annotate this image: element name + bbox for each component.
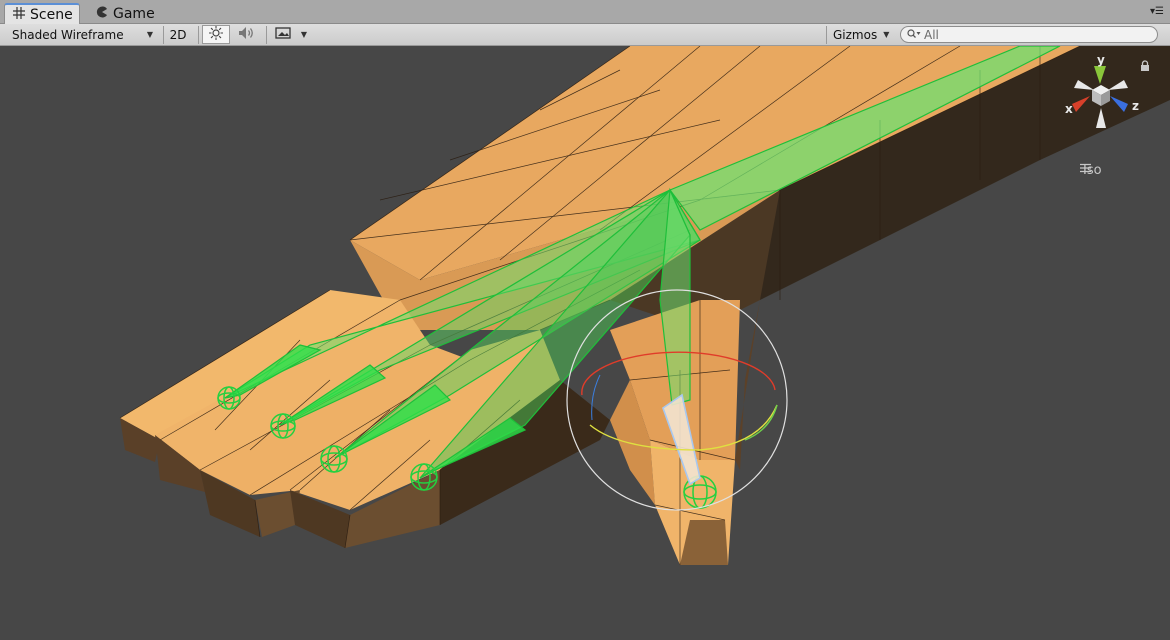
tab-menu-icon[interactable]: ▾☰ [1150, 6, 1164, 17]
sun-icon [209, 26, 223, 43]
divider [266, 26, 267, 44]
chevron-down-icon: ▼ [146, 30, 153, 39]
y-axis-cone[interactable] [1094, 66, 1106, 84]
divider [198, 26, 199, 44]
orientation-gizmo[interactable]: y x z [1064, 56, 1144, 146]
search-input[interactable] [924, 27, 1144, 42]
audio-toggle[interactable] [233, 25, 261, 44]
pacman-icon [96, 6, 108, 22]
z-axis-cone[interactable] [1110, 96, 1128, 112]
tab-game[interactable]: Game [88, 3, 168, 24]
speaker-icon [238, 26, 256, 43]
divider [826, 26, 827, 44]
tab-game-label: Game [113, 5, 155, 22]
chevron-down-icon: ▼ [300, 30, 308, 39]
axis-label-z: z [1132, 99, 1139, 113]
axis-label-x: x [1065, 102, 1073, 116]
tab-bar: Scene Game ▾☰ [0, 0, 1170, 24]
scene-canvas [119, 46, 1170, 565]
hand-mesh [120, 46, 1170, 565]
image-icon [275, 27, 291, 42]
divider [163, 26, 164, 44]
toggle-2d-label: 2D [169, 27, 187, 42]
x-axis-cone[interactable] [1072, 96, 1090, 112]
scene-toolbar: Shaded Wireframe ▼ 2D ▼ Gizmos ▼ [0, 24, 1170, 46]
effects-toggle[interactable] [270, 25, 296, 44]
grid-icon [13, 6, 25, 23]
search-field[interactable] [900, 26, 1158, 43]
tab-scene-label: Scene [30, 6, 73, 23]
scene-viewport[interactable]: y x z Iso [0, 46, 1170, 640]
gizmos-label: Gizmos [833, 27, 878, 42]
lock-icon[interactable] [1140, 60, 1150, 72]
toggle-2d-button[interactable]: 2D [166, 25, 190, 44]
draw-mode-dropdown[interactable]: Shaded Wireframe ▼ [4, 25, 157, 44]
draw-mode-label: Shaded Wireframe [12, 27, 124, 42]
search-icon [907, 28, 921, 42]
gizmos-dropdown[interactable]: Gizmos ▼ [830, 25, 892, 44]
effects-dropdown[interactable]: ▼ [297, 25, 311, 44]
axis-label-y: y [1097, 56, 1105, 67]
lighting-toggle[interactable] [202, 25, 230, 44]
chevron-down-icon: ▼ [883, 30, 890, 39]
tab-scene[interactable]: Scene [4, 3, 80, 24]
projection-toggle[interactable]: Iso [1080, 163, 1102, 178]
